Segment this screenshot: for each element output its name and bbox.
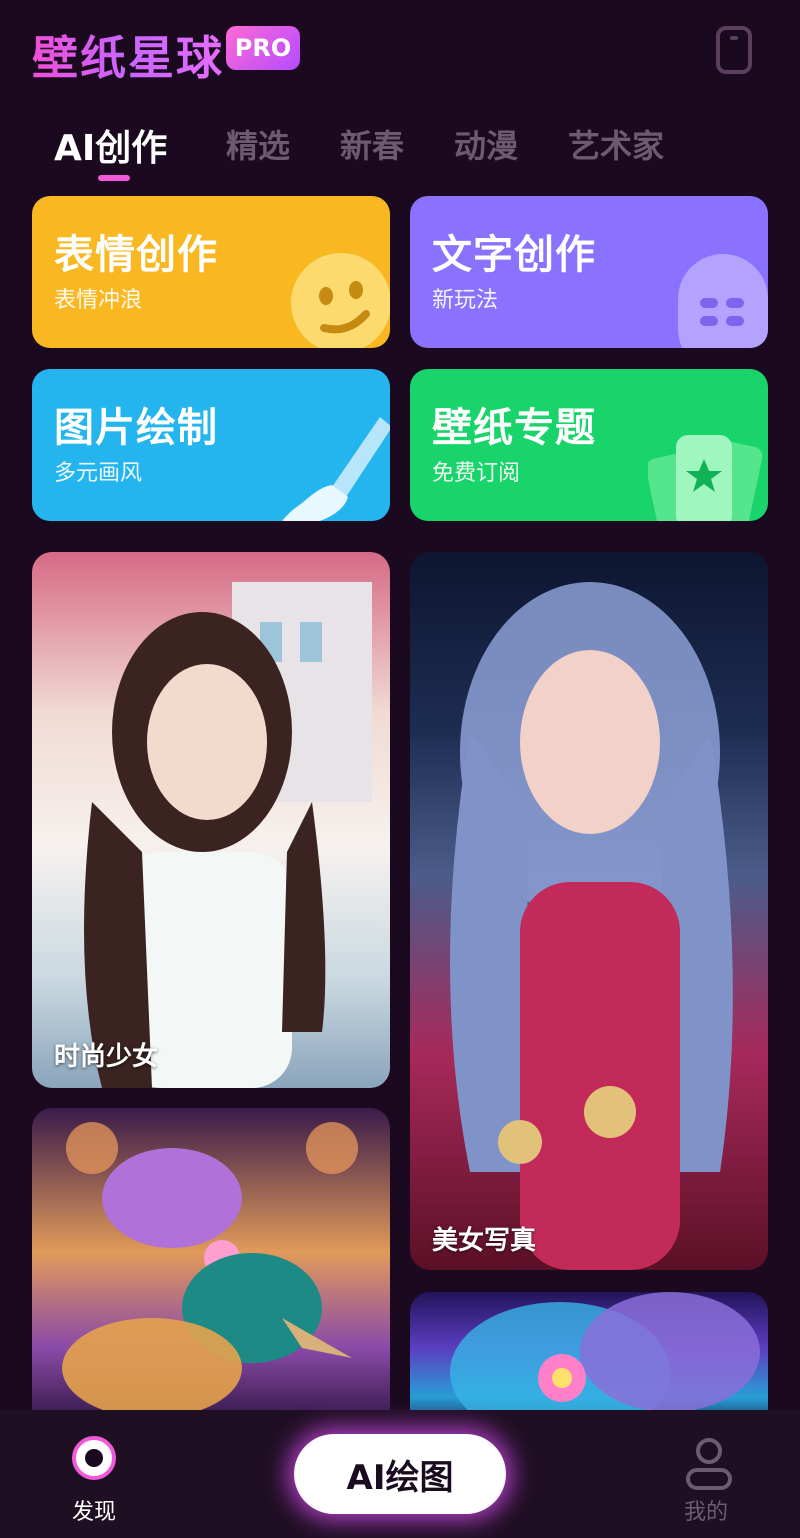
wallpaper-cards-icon [648, 435, 763, 521]
category-tabs: AI创作 精选 新春 动漫 艺术家 [0, 115, 800, 185]
gallery-caption: 时尚少女 [54, 1042, 159, 1072]
feature-subtitle: 新玩法 [432, 288, 499, 313]
ai-draw-button[interactable]: AI绘图 [294, 1434, 506, 1514]
tab-artist[interactable]: 艺术家 [568, 121, 664, 167]
emoji-face-icon [291, 253, 390, 348]
feature-wallpaper-topics[interactable]: 壁纸专题 免费订阅 [410, 369, 768, 521]
feature-emoji-creation[interactable]: 表情创作 表情冲浪 [32, 196, 390, 348]
feature-text-creation[interactable]: 文字创作 新玩法 [410, 196, 768, 348]
user-icon-body [686, 1468, 732, 1490]
nav-discover-label: 发现 [72, 1500, 117, 1525]
nav-me-label: 我的 [684, 1500, 729, 1525]
tab-spring-festival[interactable]: 新春 [340, 121, 404, 167]
paintbrush-icon [282, 417, 390, 521]
gallery-card-beauty-photo[interactable]: 美女写真 [410, 552, 768, 1270]
feature-title: 表情创作 [54, 232, 218, 278]
feature-subtitle: 多元画风 [54, 461, 143, 486]
gallery-image [450, 582, 733, 1270]
user-icon [696, 1438, 722, 1464]
feature-image-drawing[interactable]: 图片绘制 多元画风 [32, 369, 390, 521]
gallery-image [62, 1122, 358, 1418]
feature-title: 文字创作 [432, 232, 596, 278]
feature-title: 图片绘制 [54, 405, 218, 451]
gallery-card-fashion-girl[interactable]: 时尚少女 [32, 552, 390, 1088]
feature-subtitle: 表情冲浪 [54, 288, 143, 313]
discover-icon [72, 1436, 116, 1480]
gallery-caption: 美女写真 [432, 1226, 537, 1256]
app-header: 壁纸星球 PRO [0, 0, 800, 110]
phone-icon[interactable] [716, 26, 752, 74]
tab-ai-creation[interactable]: AI创作 [54, 119, 167, 171]
nav-discover[interactable]: 发现 [62, 1436, 132, 1526]
tab-featured[interactable]: 精选 [226, 121, 290, 167]
gallery-image [84, 582, 372, 1088]
tab-anime[interactable]: 动漫 [454, 121, 518, 167]
pro-badge[interactable]: PRO [226, 26, 300, 70]
microphone-icon [678, 254, 768, 348]
nav-me[interactable]: 我的 [682, 1436, 742, 1526]
feature-title: 壁纸专题 [432, 405, 596, 451]
active-tab-indicator [98, 175, 130, 181]
app-title: 壁纸星球 [32, 22, 224, 88]
gallery-card-peacock-art[interactable] [32, 1108, 390, 1428]
feature-subtitle: 免费订阅 [432, 461, 521, 486]
